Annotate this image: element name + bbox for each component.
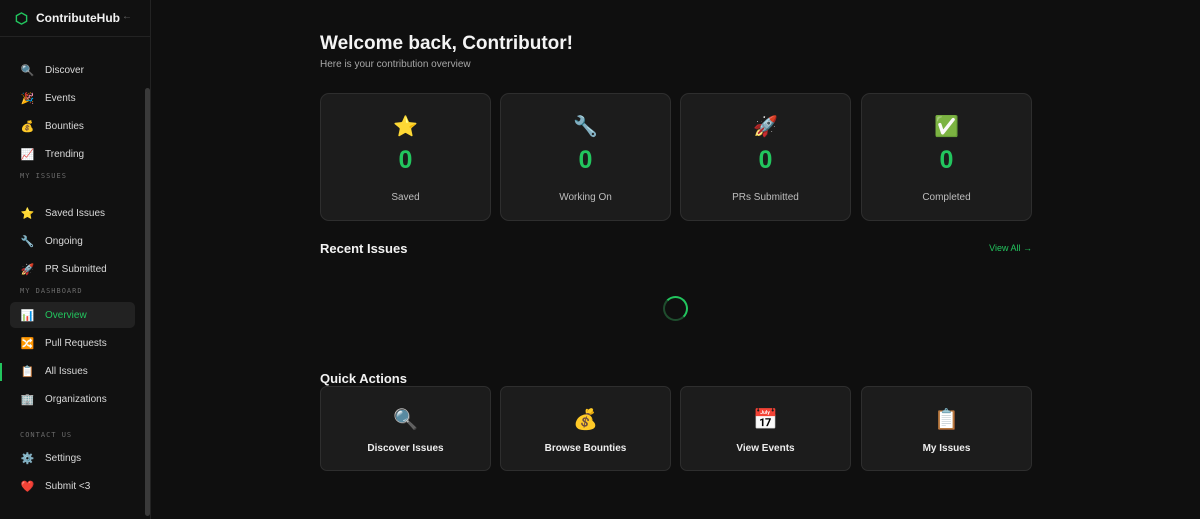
sidebar-item-label: Organizations [45, 393, 107, 405]
stat-value: 0 [578, 146, 593, 174]
action-my-issues[interactable]: 📋 My Issues [861, 386, 1032, 471]
sidebar-item-submit[interactable]: ❤️ Submit <3 [10, 473, 135, 499]
brand-header: ContributeHub ← [0, 0, 150, 37]
gear-icon: ⚙️ [20, 451, 35, 465]
sidebar-item-label: Settings [45, 452, 82, 464]
sidebar-item-pull-requests[interactable]: 🔀 Pull Requests [10, 330, 135, 356]
money-bag-icon: 💰 [573, 407, 598, 431]
magnifier-icon: 🔍 [393, 407, 418, 431]
action-discover-issues[interactable]: 🔍 Discover Issues [320, 386, 491, 471]
magnifier-icon: 🔍 [20, 63, 35, 77]
action-label: Discover Issues [367, 443, 444, 454]
stat-card-saved: ⭐ 0 Saved [320, 93, 491, 221]
sidebar-item-label: Discover [45, 64, 84, 76]
action-label: View Events [736, 443, 795, 454]
calendar-icon: 📅 [753, 407, 778, 431]
arrow-left-icon[interactable]: ← [122, 11, 132, 22]
office-building-icon: 🏢 [20, 392, 35, 406]
sidebar-item-label: Events [45, 92, 76, 104]
app-name: ContributeHub [36, 11, 120, 25]
sidebar-item-settings[interactable]: ⚙️ Settings [10, 445, 135, 471]
section-my-dashboard: MY DASHBOARD [20, 287, 83, 295]
sidebar-item-label: Overview [45, 309, 87, 321]
stat-label: PRs Submitted [732, 192, 799, 203]
sidebar-item-label: Ongoing [45, 235, 83, 247]
stat-value: 0 [398, 146, 413, 174]
stat-card-completed: ✅ 0 Completed [861, 93, 1032, 221]
sidebar-item-organizations[interactable]: 🏢 Organizations [10, 386, 135, 412]
sidebar-item-label: All Issues [45, 365, 88, 377]
sidebar-item-label: PR Submitted [45, 263, 107, 275]
sidebar-item-label: Submit <3 [45, 480, 91, 492]
sidebar-item-discover[interactable]: 🔍 Discover [10, 57, 135, 83]
star-icon: ⭐ [20, 206, 35, 220]
sidebar-item-label: Pull Requests [45, 337, 107, 349]
sidebar-item-label: Saved Issues [45, 207, 106, 219]
stat-label: Saved [391, 192, 420, 203]
section-contact-us: CONTACT US [20, 431, 73, 439]
stat-value: 0 [939, 146, 954, 174]
sidebar-item-label: Bounties [45, 120, 84, 132]
check-mark-icon: ✅ [934, 114, 959, 138]
sidebar-item-trending[interactable]: 📈 Trending [10, 141, 135, 167]
clipboard-icon: 📋 [934, 407, 959, 431]
recent-issues-title: Recent Issues [320, 241, 408, 256]
star-icon: ⭐ [393, 114, 418, 138]
hexagon-logo-icon [15, 11, 28, 25]
action-label: Browse Bounties [544, 443, 627, 454]
section-my-issues: MY ISSUES [20, 172, 67, 180]
sidebar-item-label: Trending [45, 148, 85, 160]
wrench-icon: 🔧 [573, 114, 598, 138]
loading-spinner [663, 296, 688, 321]
active-indicator [0, 363, 2, 381]
quick-actions-title: Quick Actions [320, 371, 407, 386]
view-all-link[interactable]: View All → [989, 243, 1032, 253]
sidebar-item-all-issues[interactable]: 📋 All Issues [10, 358, 135, 384]
action-label: My Issues [922, 443, 971, 454]
page-title: Welcome back, Contributor! [320, 33, 574, 54]
sidebar: ContributeHub ← 🔍 Discover 🎉 Events 💰 Bo… [0, 0, 151, 519]
stat-label: Completed [922, 192, 971, 203]
sidebar-item-bounties[interactable]: 💰 Bounties [10, 113, 135, 139]
trend-chart-icon: 📈 [20, 147, 35, 161]
clipboard-icon: 📋 [20, 364, 35, 378]
sidebar-item-events[interactable]: 🎉 Events [10, 85, 135, 111]
action-view-events[interactable]: 📅 View Events [680, 386, 851, 471]
money-bag-icon: 💰 [20, 119, 35, 133]
sidebar-item-overview[interactable]: 📊 Overview [10, 302, 135, 328]
stat-value: 0 [758, 146, 773, 174]
heart-icon: ❤️ [20, 479, 35, 493]
shuffle-icon: 🔀 [20, 336, 35, 350]
sidebar-item-pr-submitted[interactable]: 🚀 PR Submitted [10, 256, 135, 282]
party-popper-icon: 🎉 [20, 91, 35, 105]
action-browse-bounties[interactable]: 💰 Browse Bounties [500, 386, 671, 471]
rocket-icon: 🚀 [753, 114, 778, 138]
page-subtitle: Here is your contribution overview [320, 59, 471, 70]
bar-chart-icon: 📊 [20, 308, 35, 322]
sidebar-item-ongoing[interactable]: 🔧 Ongoing [10, 228, 135, 254]
stat-card-working-on: 🔧 0 Working On [500, 93, 671, 221]
stat-card-prs-submitted: 🚀 0 PRs Submitted [680, 93, 851, 221]
rocket-icon: 🚀 [20, 262, 35, 276]
wrench-icon: 🔧 [20, 234, 35, 248]
sidebar-item-saved-issues[interactable]: ⭐ Saved Issues [10, 200, 135, 226]
stat-label: Working On [559, 192, 612, 203]
sidebar-scrollbar[interactable] [145, 88, 150, 516]
